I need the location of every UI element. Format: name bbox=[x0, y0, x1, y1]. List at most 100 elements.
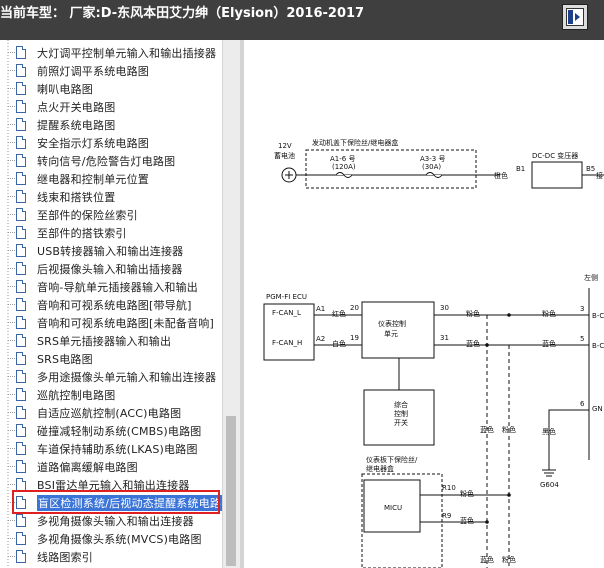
document-icon bbox=[16, 352, 26, 365]
tree-item-label: 多视角摄像头输入和输出连接器 bbox=[37, 515, 194, 528]
tree-item-selected[interactable]: 盲区检测系统/后视动态提醒系统电路 bbox=[0, 490, 222, 514]
tree-item-label: 提醒系统电路图 bbox=[37, 119, 116, 132]
tree-branch-line bbox=[8, 556, 15, 557]
fuse2-label: A3-3 号 bbox=[420, 155, 445, 163]
document-icon bbox=[16, 82, 26, 95]
dash-fuse-label-1: 仪表板下保险丝/ bbox=[366, 455, 418, 464]
ground-label: G604 bbox=[540, 481, 559, 489]
tree-branch-line bbox=[8, 214, 15, 215]
tree-branch-line bbox=[8, 178, 15, 179]
wiring-diagram-canvas: 12V 蓄电池 发动机盖下保险丝/继电器盒 A1-6 号 (120A) A3-3… bbox=[263, 138, 604, 568]
fusebox-title: 发动机盖下保险丝/继电器盒 bbox=[312, 138, 398, 147]
tree-item[interactable]: 多视角摄像头输入和输出连接器 bbox=[0, 512, 222, 530]
tree-item[interactable]: 道路偏离缓解电路图 bbox=[0, 458, 222, 476]
document-icon bbox=[16, 100, 26, 113]
wire-blue-label-1: 蓝色 bbox=[466, 339, 480, 348]
tree-item[interactable]: 大灯调平控制单元输入和输出插接器 bbox=[0, 44, 222, 62]
tree-item[interactable]: 提醒系统电路图 bbox=[0, 116, 222, 134]
tree-item[interactable]: 前照灯调平系统电路图 bbox=[0, 62, 222, 80]
combo-label-3: 开关 bbox=[394, 418, 408, 427]
tree-item-label: 后视摄像头输入和输出插接器 bbox=[37, 263, 183, 276]
fcan-l-label: F-CAN_L bbox=[272, 309, 301, 317]
tree-branch-line bbox=[8, 448, 15, 449]
tree-item[interactable]: 多用途摄像头单元输入和输出连接器 bbox=[0, 368, 222, 386]
wiring-diagram: 12V 蓄电池 发动机盖下保险丝/继电器盒 A1-6 号 (120A) A3-3… bbox=[244, 40, 604, 568]
tree-item[interactable]: USB转接器输入和输出连接器 bbox=[0, 242, 222, 260]
document-icon bbox=[16, 316, 26, 329]
document-icon bbox=[16, 424, 26, 437]
pin-5: 5 bbox=[580, 335, 584, 343]
dash-fuse-label-2: 继电器盒 bbox=[366, 464, 394, 473]
wire-pink-label-4: 粉色 bbox=[460, 489, 474, 498]
wire-orange-label: 橙色 bbox=[494, 171, 508, 180]
fuse2-amp: (30A) bbox=[422, 163, 441, 171]
tree-item[interactable]: 至部件的搭铁索引 bbox=[0, 224, 222, 242]
vehicle-title: 当前车型： 厂家:D-东风本田艾力绅（Elysion）2016-2017 bbox=[0, 6, 365, 21]
tree-item[interactable]: SRS单元插接器输入和输出 bbox=[0, 332, 222, 350]
meter-label-2: 单元 bbox=[384, 329, 398, 338]
tree-branch-line bbox=[8, 376, 15, 377]
tree-item[interactable]: 至部件的保险丝索引 bbox=[0, 206, 222, 224]
pin-a1: A1 bbox=[316, 305, 325, 313]
meter-control-box bbox=[361, 301, 435, 359]
tree-item-label: SRS电路图 bbox=[37, 353, 93, 366]
wire-blue-label-3: 蓝色 bbox=[480, 425, 494, 434]
tree-item[interactable]: 继电器和控制单元位置 bbox=[0, 170, 222, 188]
bc-label-1: B-C bbox=[592, 312, 604, 320]
fcan-h-label: F-CAN_H bbox=[272, 339, 302, 347]
tree-item[interactable]: 点火开关电路图 bbox=[0, 98, 222, 116]
tree-branch-line bbox=[8, 88, 15, 89]
document-icon bbox=[16, 388, 26, 401]
tree-item[interactable]: 喇叭电路图 bbox=[0, 80, 222, 98]
pin-b1: B1 bbox=[516, 165, 525, 173]
pin-3: 3 bbox=[580, 305, 584, 313]
panel-toggle-button[interactable] bbox=[562, 4, 588, 30]
document-icon bbox=[16, 226, 26, 239]
tree-item-label: 至部件的搭铁索引 bbox=[37, 227, 127, 240]
pin-a2: A2 bbox=[316, 335, 325, 343]
pin-r9: R9 bbox=[442, 512, 451, 520]
wire-pink-label-1: 粉色 bbox=[466, 309, 480, 318]
pin-30: 30 bbox=[440, 304, 449, 312]
tree-item[interactable]: 自适应巡航控制(ACC)电路图 bbox=[0, 404, 222, 422]
pin-6: 6 bbox=[580, 400, 585, 408]
tree-branch-line bbox=[8, 250, 15, 251]
document-icon bbox=[16, 262, 26, 275]
tree-item[interactable]: 音响-导航单元插接器输入和输出 bbox=[0, 278, 222, 296]
document-icon bbox=[16, 190, 26, 203]
tree-item[interactable]: SRS电路图 bbox=[0, 350, 222, 368]
document-icon bbox=[16, 370, 26, 383]
tree-item[interactable]: 线束和搭铁位置 bbox=[0, 188, 222, 206]
wire-blue-label-2: 蓝色 bbox=[542, 339, 556, 348]
tree-item-label: 大灯调平控制单元输入和输出插接器 bbox=[37, 47, 217, 60]
tree-item[interactable]: 音响和可视系统电路图[未配备音响] bbox=[0, 314, 222, 332]
tree-item[interactable]: 车道保持辅助系统(LKAS)电路图 bbox=[0, 440, 222, 458]
pin-r10: R10 bbox=[442, 484, 456, 492]
tree-item-label: 碰撞减轻制动系统(CMBS)电路图 bbox=[37, 425, 202, 438]
tree-item[interactable]: 线路图索引 bbox=[0, 548, 222, 566]
tree-item[interactable]: 安全指示灯系统电路图 bbox=[0, 134, 222, 152]
wire-pink-label-2: 粉色 bbox=[542, 309, 556, 318]
pin-31: 31 bbox=[440, 334, 449, 342]
scrollbar-thumb[interactable] bbox=[226, 416, 236, 566]
pin-19: 19 bbox=[350, 334, 359, 342]
tree-item[interactable]: 多视角摄像头系统(MVCS)电路图 bbox=[0, 530, 222, 548]
tree-item[interactable]: 转向信号/危险警告灯电路图 bbox=[0, 152, 222, 170]
tree-branch-line bbox=[8, 268, 15, 269]
tree-item[interactable]: 后视摄像头输入和输出插接器 bbox=[0, 260, 222, 278]
tree-item[interactable]: 碰撞减轻制动系统(CMBS)电路图 bbox=[0, 422, 222, 440]
wire-pink-label-5: 粉色 bbox=[502, 555, 516, 564]
tree-item[interactable]: 音响和可视系统电路图[带导航] bbox=[0, 296, 222, 314]
document-icon bbox=[16, 334, 26, 347]
tree-branch-line bbox=[8, 322, 15, 323]
wire-white-label: 白色 bbox=[332, 339, 346, 348]
sidebar-scrollbar[interactable] bbox=[222, 40, 240, 568]
panel-toggle-icon bbox=[566, 8, 584, 26]
battery-voltage-label: 12V bbox=[278, 142, 292, 150]
tree-branch-line bbox=[8, 484, 15, 485]
document-icon bbox=[16, 118, 26, 131]
micu-label: MICU bbox=[384, 504, 402, 512]
ecu-label: PGM-FI ECU bbox=[266, 293, 307, 301]
tree-item-label: 线路图索引 bbox=[37, 551, 93, 564]
tree-item[interactable]: 巡航控制电路图 bbox=[0, 386, 222, 404]
